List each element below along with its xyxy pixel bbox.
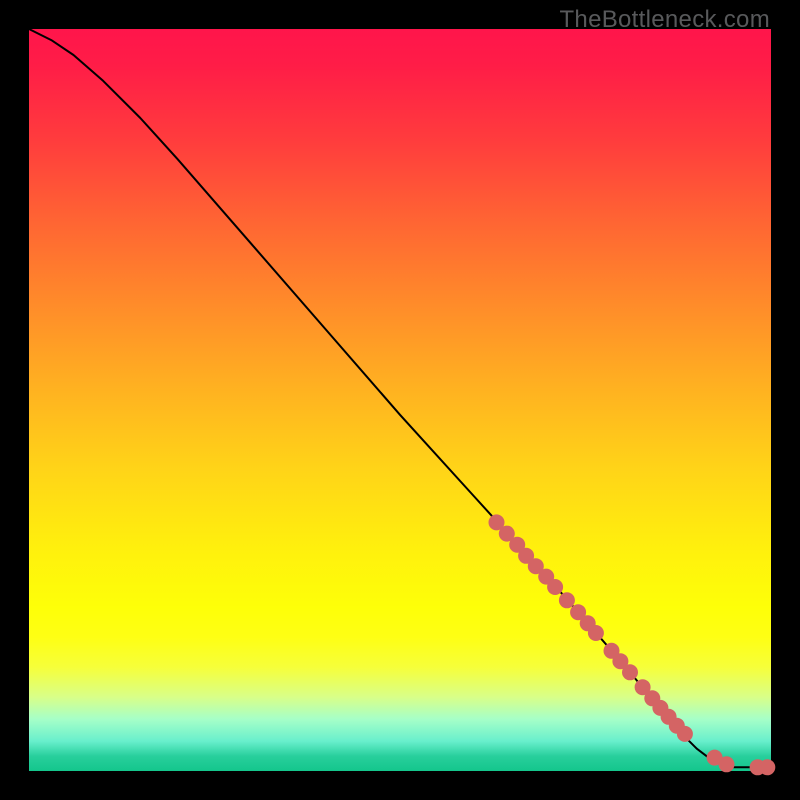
watermark-text: TheBottleneck.com: [559, 6, 770, 34]
plot-area: [29, 29, 771, 771]
data-point: [719, 756, 735, 772]
chart-frame: TheBottleneck.com: [0, 0, 800, 800]
curve-line: [29, 29, 771, 767]
data-point: [622, 664, 638, 680]
data-point: [759, 759, 775, 775]
marker-group: [489, 514, 776, 775]
data-point: [677, 726, 693, 742]
data-point: [559, 592, 575, 608]
data-point: [547, 579, 563, 595]
data-point: [588, 625, 604, 641]
chart-svg: [29, 29, 771, 771]
